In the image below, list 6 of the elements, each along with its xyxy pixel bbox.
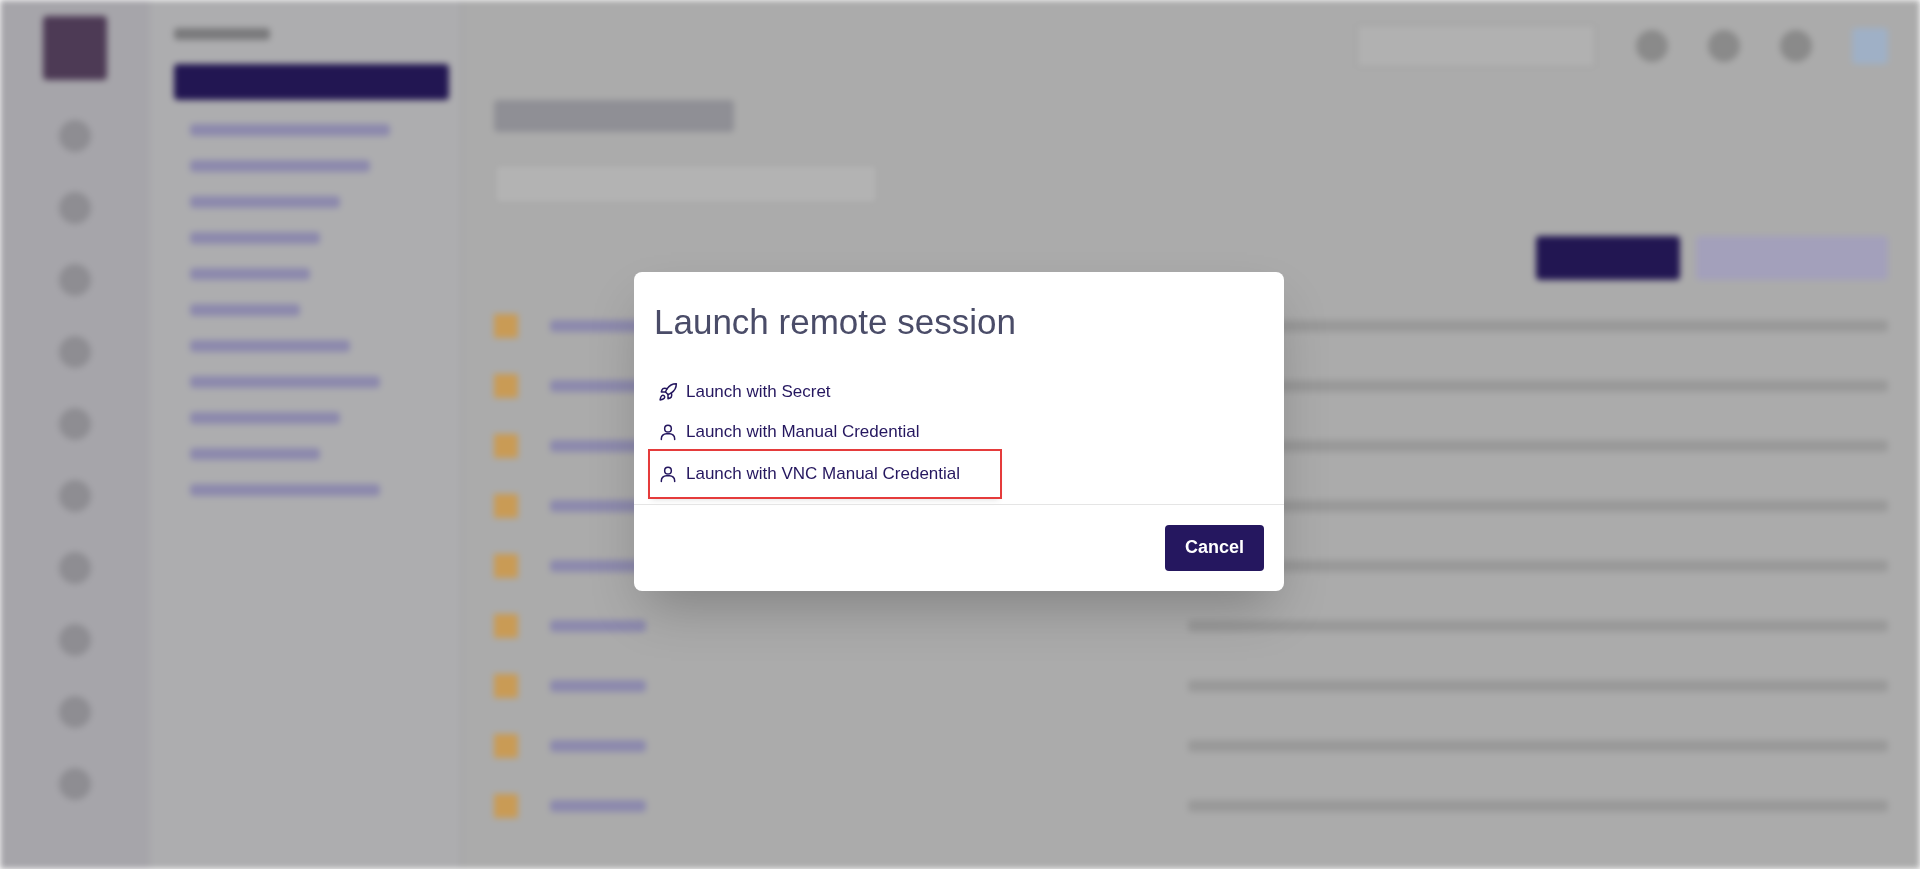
launch-option[interactable]: Launch with VNC Manual Credential — [650, 450, 1001, 497]
launch-option[interactable]: Launch with Secret — [650, 371, 871, 412]
rocket-icon — [658, 381, 678, 402]
cancel-button[interactable]: Cancel — [1164, 524, 1264, 571]
launch-option[interactable]: Launch with Manual Credential — [650, 411, 960, 452]
dialog-title: Launch remote session — [653, 301, 1017, 343]
